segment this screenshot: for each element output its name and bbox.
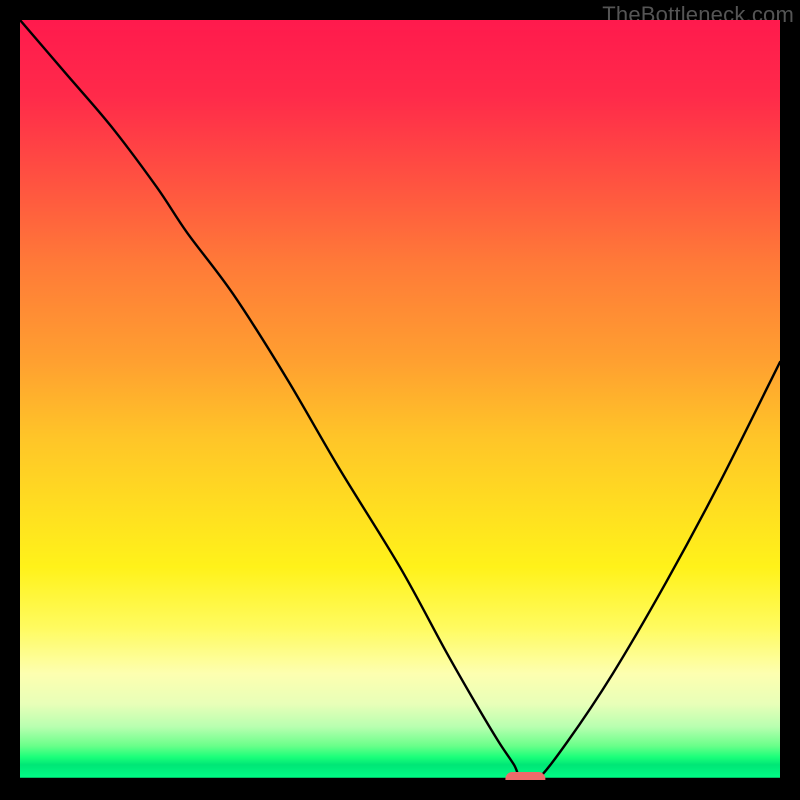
optimal-marker <box>505 772 545 780</box>
plot-area <box>20 20 780 780</box>
chart-frame: TheBottleneck.com <box>0 0 800 800</box>
plot-svg <box>20 20 780 780</box>
bottleneck-curve <box>20 20 780 780</box>
